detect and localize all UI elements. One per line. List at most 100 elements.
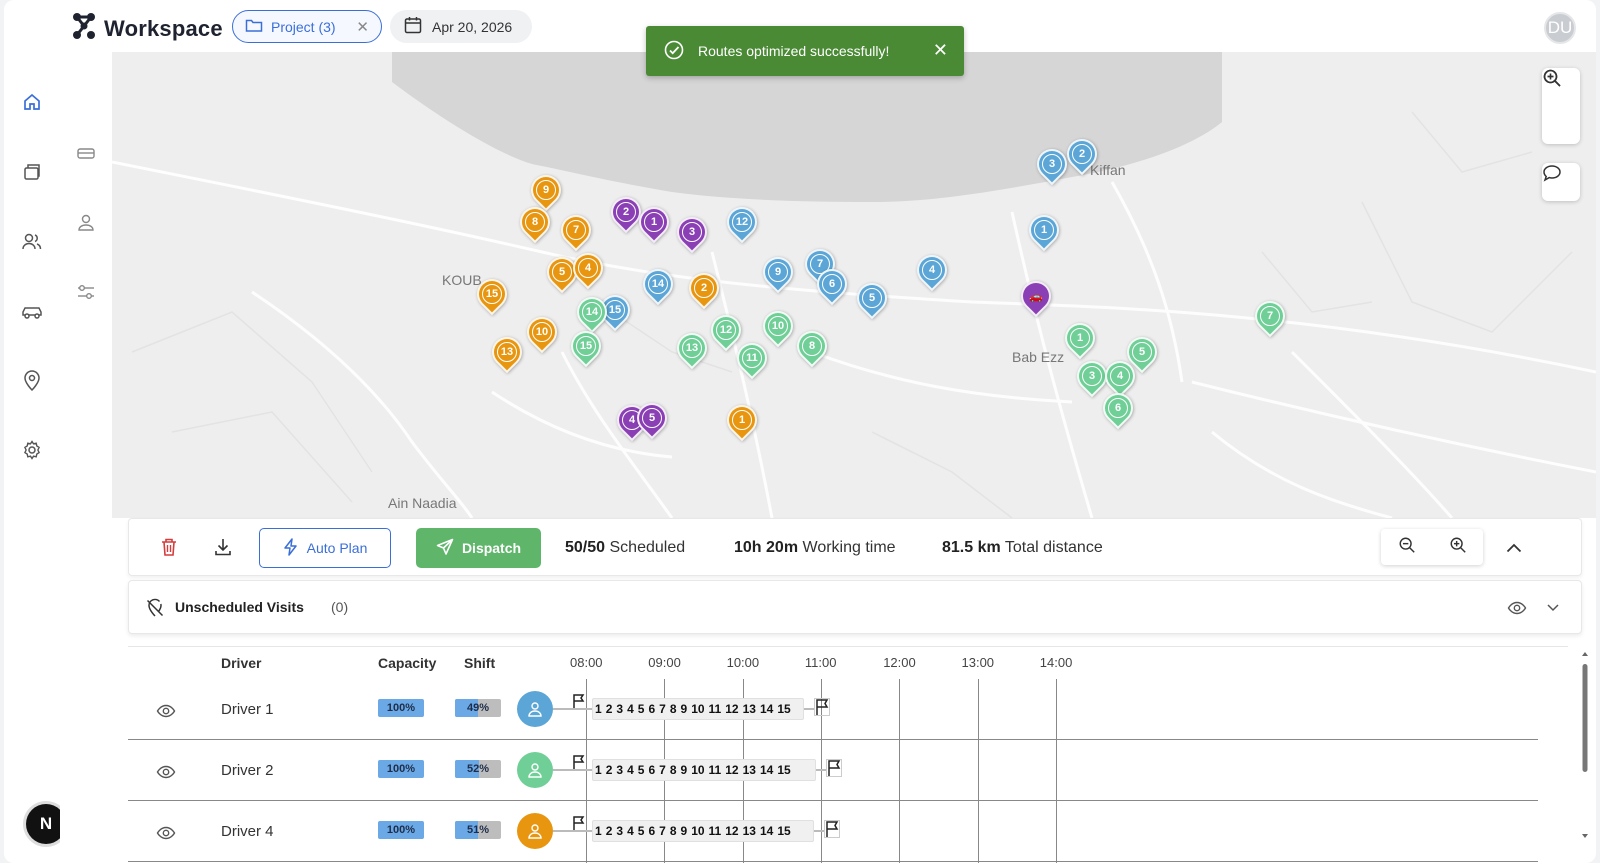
stop-number[interactable]: 14	[758, 702, 775, 716]
logo[interactable]: Workspace	[72, 12, 223, 45]
vehicles-icon[interactable]	[20, 300, 44, 324]
map-pin-orange[interactable]: 13	[485, 330, 529, 375]
map-pin-orange[interactable]: 7	[554, 208, 598, 253]
date-chip[interactable]: Apr 20, 2026	[390, 10, 532, 43]
stop-sequence[interactable]: 1 2 3 4 5 6 7 8 9 10 11 12 13 14 15	[592, 759, 816, 781]
map-pin-blue[interactable]: 14	[636, 262, 680, 307]
vehicle-tool-icon[interactable]	[74, 142, 98, 166]
timeline-zoom-out-icon[interactable]	[1398, 536, 1416, 559]
stop-number[interactable]: 12	[723, 702, 740, 716]
map-pin-purple[interactable]: 5	[630, 396, 674, 441]
download-button[interactable]	[207, 528, 239, 568]
toast-close-icon[interactable]: ✕	[933, 40, 948, 61]
stop-number[interactable]: 11	[707, 763, 724, 777]
map-pin-orange[interactable]: 10	[520, 310, 564, 355]
map-pin-orange[interactable]: 2	[682, 266, 726, 311]
map-pin-green[interactable]: 10	[756, 304, 800, 349]
map-pin-blue[interactable]: 4	[910, 248, 954, 293]
stop-number[interactable]: 13	[741, 824, 758, 838]
map-pin-blue[interactable]: 3	[1030, 142, 1074, 187]
stop-number[interactable]: 13	[741, 702, 758, 716]
stop-number[interactable]: 2	[604, 824, 615, 838]
stop-number[interactable]: 8	[668, 824, 679, 838]
stop-number[interactable]: 15	[775, 763, 792, 777]
map-pin-blue[interactable]: 6	[810, 262, 854, 307]
users-icon[interactable]	[20, 230, 44, 254]
driver-pin-icon[interactable]	[74, 210, 98, 234]
delete-button[interactable]	[153, 528, 185, 568]
map-pin-green[interactable]: 1	[1058, 316, 1102, 361]
stop-number[interactable]: 11	[707, 824, 724, 838]
auto-plan-button[interactable]: Auto Plan	[259, 528, 391, 568]
dispatch-button[interactable]: Dispatch	[416, 528, 541, 568]
user-avatar[interactable]: DU	[1544, 12, 1576, 44]
stop-number[interactable]: 3	[614, 702, 625, 716]
stop-number[interactable]: 1	[593, 824, 604, 838]
driver-avatar[interactable]	[517, 813, 553, 849]
stop-number[interactable]: 9	[679, 702, 690, 716]
stop-number[interactable]: 6	[646, 702, 657, 716]
stop-number[interactable]: 10	[689, 702, 706, 716]
stop-number[interactable]: 3	[614, 824, 625, 838]
timeline-zoom-in-icon[interactable]	[1449, 536, 1467, 559]
driver-avatar[interactable]	[517, 691, 553, 727]
stop-number[interactable]: 14	[758, 763, 775, 777]
map-pin-orange[interactable]: 4	[566, 246, 610, 291]
stop-number[interactable]: 7	[657, 763, 668, 777]
settings-gear-icon[interactable]	[20, 438, 44, 462]
speech-bubble-icon[interactable]	[1542, 163, 1580, 201]
map-pin-green[interactable]: 13	[670, 326, 714, 371]
stop-number[interactable]: 1	[593, 702, 604, 716]
driver-row[interactable]: Driver 2 100% 52% 1 2 3 4 5 6 7 8 9 10 11 12 13 14 15	[128, 740, 1538, 801]
stop-sequence[interactable]: 1 2 3 4 5 6 7 8 9 10 11 12 13 14 15	[592, 698, 804, 720]
map-pin-green[interactable]: 7	[1248, 294, 1292, 339]
map-pin-green[interactable]: 6	[1096, 386, 1140, 431]
map-pin-blue[interactable]: 9	[756, 250, 800, 295]
vehicle-location-pin[interactable]: 🚗	[1014, 274, 1058, 319]
stop-number[interactable]: 8	[668, 702, 679, 716]
project-chip[interactable]: Project (3) ✕	[232, 10, 382, 43]
driver-row[interactable]: Driver 4 100% 51% 1 2 3 4 5 6 7 8 9 10 11 12 13 14 15	[128, 801, 1538, 862]
stop-number[interactable]: 15	[775, 702, 792, 716]
map-pin-blue[interactable]: 5	[850, 276, 894, 321]
projects-icon[interactable]	[20, 160, 44, 184]
map-pin-green[interactable]: 15	[564, 324, 608, 369]
stop-number[interactable]: 10	[689, 824, 706, 838]
eye-icon[interactable]	[1507, 598, 1527, 623]
stop-number[interactable]: 13	[741, 763, 758, 777]
stop-number[interactable]: 6	[646, 824, 657, 838]
stop-number[interactable]: 3	[614, 763, 625, 777]
stop-number[interactable]: 15	[775, 824, 792, 838]
map-pin-purple[interactable]: 3	[670, 210, 714, 255]
stop-number[interactable]: 5	[636, 824, 647, 838]
stop-sequence[interactable]: 1 2 3 4 5 6 7 8 9 10 11 12 13 14 15	[592, 820, 814, 842]
map-pin-purple[interactable]: 2	[604, 190, 648, 235]
filter-sliders-icon[interactable]	[74, 280, 98, 304]
map-pin-blue[interactable]: 12	[720, 200, 764, 245]
driver-row[interactable]: Driver 1 100% 49% 1 2 3 4 5 6 7 8 9 10 11 12 13 14 15	[128, 679, 1538, 740]
stop-number[interactable]: 6	[646, 763, 657, 777]
stop-number[interactable]: 4	[625, 824, 636, 838]
project-chip-close-icon[interactable]: ✕	[356, 18, 369, 36]
map-zoom-out-icon[interactable]	[1542, 69, 1580, 144]
map-pin-orange[interactable]: 1	[720, 398, 764, 443]
stop-number[interactable]: 10	[689, 763, 706, 777]
eye-icon[interactable]	[156, 823, 176, 848]
map-pin-orange[interactable]: 15	[470, 272, 514, 317]
stop-number[interactable]: 9	[679, 824, 690, 838]
collapse-panel-button[interactable]	[1499, 528, 1529, 568]
map-pin-orange[interactable]: 8	[513, 200, 557, 245]
stop-number[interactable]: 14	[758, 824, 775, 838]
map-pin-blue[interactable]: 2	[1060, 132, 1104, 177]
chevron-down-icon[interactable]	[1545, 599, 1561, 620]
stop-number[interactable]: 12	[723, 763, 740, 777]
home-icon[interactable]	[20, 90, 44, 114]
stop-number[interactable]: 11	[707, 702, 724, 716]
stop-number[interactable]: 5	[636, 763, 647, 777]
eye-icon[interactable]	[156, 701, 176, 726]
stop-number[interactable]: 2	[604, 702, 615, 716]
stop-number[interactable]: 12	[723, 824, 740, 838]
driver-avatar[interactable]	[517, 752, 553, 788]
map-pin-green[interactable]: 8	[790, 324, 834, 369]
stop-number[interactable]: 1	[593, 763, 604, 777]
